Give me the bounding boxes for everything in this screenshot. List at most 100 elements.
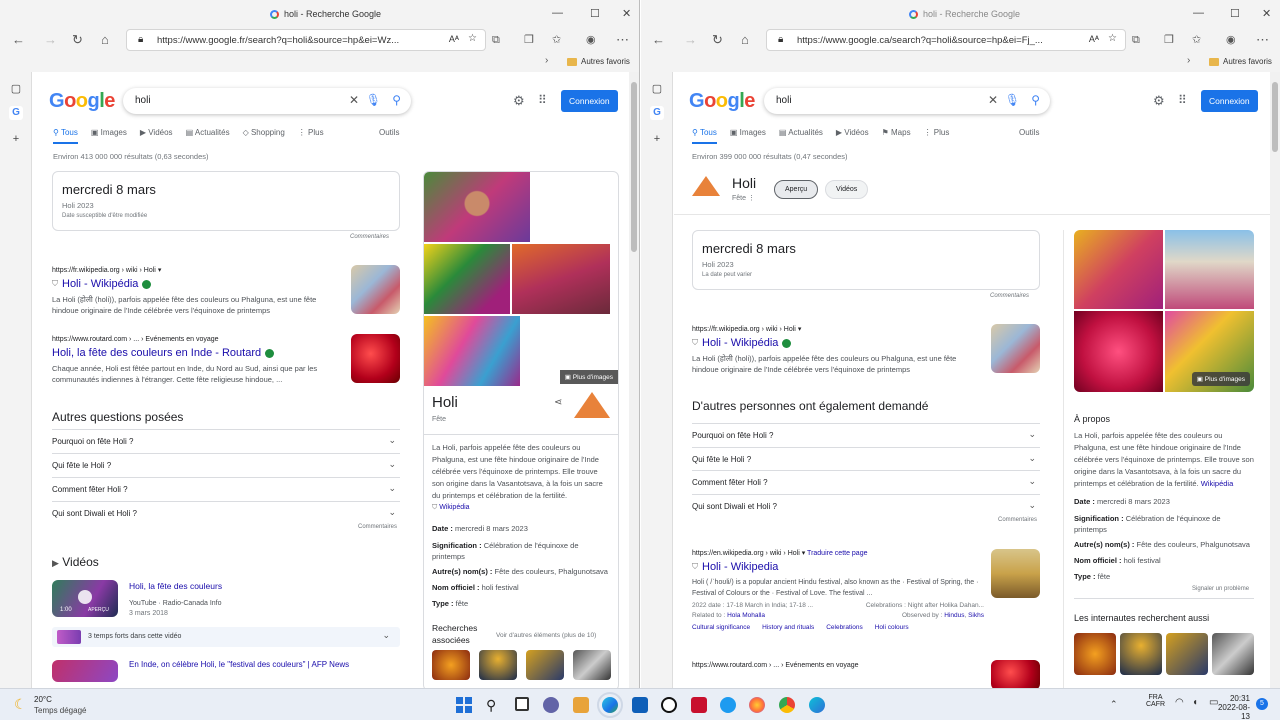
search-box[interactable]: holi ✕ 🎙︎ ⚲: [764, 88, 1050, 114]
tools-button[interactable]: Outils: [379, 128, 399, 137]
edge-dev-icon[interactable]: [809, 697, 825, 713]
paa-question[interactable]: Qui sont Diwali et Holi ? ⌄: [692, 494, 1040, 517]
search-icon[interactable]: ⚲: [486, 697, 502, 713]
result-title[interactable]: ⛉ Holi - Wikipedia: [692, 561, 984, 573]
kp-image[interactable]: [424, 316, 520, 386]
paa-question[interactable]: Pourquoi on fête Holi ? ⌄: [692, 423, 1040, 446]
language-indicator[interactable]: FRA CAFR: [1146, 694, 1165, 708]
google-tab-icon[interactable]: G: [9, 106, 23, 120]
paa-question[interactable]: Qui sont Diwali et Holi ? ⌄: [52, 501, 400, 524]
microphone-icon[interactable]: 🎙︎: [1005, 93, 1020, 107]
apps-grid-icon[interactable]: ⠿: [1178, 93, 1187, 107]
search-icon[interactable]: ⚲: [392, 93, 401, 107]
twitter-icon[interactable]: [720, 697, 736, 713]
result-title[interactable]: Holi, la fête des couleurs en Inde - Rou…: [52, 347, 342, 359]
favorite-star-icon[interactable]: ☆: [468, 33, 477, 44]
result-title[interactable]: ⛉ Holi - Wikipédia: [52, 278, 342, 290]
chip-videos[interactable]: Vidéos: [825, 180, 869, 199]
chevron-up-icon[interactable]: ⌃: [1110, 699, 1118, 710]
video-title[interactable]: En Inde, on célèbre Holi, le "festival d…: [129, 660, 349, 669]
kp-image[interactable]: [1165, 230, 1254, 309]
other-favorites[interactable]: Autres favoris: [567, 57, 630, 66]
favorite-star-icon[interactable]: ☆: [1108, 33, 1117, 44]
related-image[interactable]: [1212, 633, 1254, 675]
paa-question[interactable]: Pourquoi on fête Holi ? ⌄: [52, 429, 400, 452]
more-menu-icon[interactable]: ⋯: [616, 33, 629, 47]
result-thumbnail[interactable]: [991, 324, 1040, 373]
tab-shopping[interactable]: ◇ Shopping: [243, 128, 285, 144]
clear-icon[interactable]: ✕: [988, 93, 998, 107]
share-icon[interactable]: ⋖: [554, 397, 562, 408]
microphone-icon[interactable]: 🎙︎: [366, 93, 381, 107]
start-icon[interactable]: [456, 697, 472, 713]
new-tab-icon[interactable]: +: [650, 132, 664, 146]
new-tab-icon[interactable]: +: [9, 132, 23, 146]
collections-icon[interactable]: ❐: [1164, 33, 1174, 47]
more-menu-icon[interactable]: ⋯: [1256, 33, 1269, 47]
address-bar[interactable]: 🔒︎ https://www.google.ca/search?q=holi&s…: [766, 29, 1126, 51]
favorites-icon[interactable]: ✩: [552, 33, 561, 47]
store-icon[interactable]: [632, 697, 648, 713]
tab-maps[interactable]: ⚑ Maps: [882, 128, 911, 144]
clear-icon[interactable]: ✕: [349, 93, 359, 107]
paa-question[interactable]: Qui fête le Holi ? ⌄: [52, 453, 400, 476]
kp-image[interactable]: [1074, 230, 1163, 309]
feedback-link[interactable]: Commentaires: [350, 234, 389, 240]
chip-overview[interactable]: Aperçu: [774, 180, 819, 199]
scroll-thumb[interactable]: [631, 82, 637, 252]
tab-actions-icon[interactable]: ▢: [650, 82, 664, 96]
read-aloud-icon[interactable]: Aᴬ: [1089, 34, 1099, 44]
feedback-link[interactable]: Commentaires: [358, 524, 397, 530]
tab-all[interactable]: ⚲ Tous: [692, 128, 717, 144]
wikipedia-link[interactable]: ⛉ Wikipédia: [432, 504, 470, 512]
feedback-link[interactable]: Commentaires: [998, 517, 1037, 523]
key-moments[interactable]: 3 temps forts dans cette vidéo ⌄: [52, 627, 400, 647]
clock[interactable]: 20:31 2022-08-13: [1212, 694, 1250, 721]
collections-icon[interactable]: ❐: [524, 33, 534, 47]
related-image[interactable]: [526, 650, 564, 680]
related-image[interactable]: [1166, 633, 1208, 675]
wikipedia-link[interactable]: Wikipédia: [1201, 479, 1234, 488]
related-image[interactable]: [432, 650, 470, 680]
extensions-icon[interactable]: ⧉: [492, 33, 500, 47]
profile-icon[interactable]: ◉: [1226, 33, 1236, 47]
refresh-icon[interactable]: ↻: [712, 33, 723, 47]
kp-image[interactable]: [424, 244, 510, 314]
see-more-link[interactable]: Voir d'autres éléments (plus de 10): [496, 632, 596, 639]
sitelink[interactable]: Celebrations: [826, 624, 863, 631]
chevron-right-icon[interactable]: ›: [545, 55, 548, 66]
other-favorites[interactable]: Autres favoris: [1209, 57, 1272, 66]
translate-link[interactable]: Traduire cette page: [807, 550, 867, 557]
video-thumbnail[interactable]: 1:00 APERÇU: [52, 580, 118, 617]
mcafee-icon[interactable]: [691, 697, 707, 713]
scrollbar[interactable]: [1270, 72, 1280, 688]
search-icon[interactable]: ⚲: [1031, 93, 1040, 107]
result-thumbnail[interactable]: [351, 265, 400, 314]
tab-images[interactable]: ▣ Images: [91, 128, 127, 144]
paa-question[interactable]: Comment fêter Holi ? ⌄: [692, 470, 1040, 493]
close-window-button[interactable]: ✕: [622, 7, 631, 20]
result-thumbnail[interactable]: [991, 660, 1040, 688]
kp-image[interactable]: [512, 244, 610, 314]
tab-actions-icon[interactable]: ▢: [9, 82, 23, 96]
back-icon[interactable]: ←: [652, 33, 665, 47]
file-explorer-icon[interactable]: [573, 697, 589, 713]
sitelink[interactable]: Holi colours: [875, 624, 909, 631]
maximize-button[interactable]: ☐: [1230, 7, 1240, 20]
tab-videos[interactable]: ▶ Vidéos: [140, 128, 173, 144]
search-box[interactable]: holi ✕ 🎙︎ ⚲: [123, 88, 411, 114]
related-image[interactable]: [573, 650, 611, 680]
extensions-icon[interactable]: ⧉: [1132, 33, 1140, 47]
kp-image[interactable]: [424, 172, 530, 242]
dell-icon[interactable]: [661, 697, 677, 713]
sign-in-button[interactable]: Connexion: [561, 90, 618, 112]
sign-in-button[interactable]: Connexion: [1201, 90, 1258, 112]
sitelink[interactable]: Cultural significance: [692, 624, 750, 631]
google-logo[interactable]: Google: [49, 90, 115, 113]
forward-icon[interactable]: →: [684, 33, 697, 47]
minimize-button[interactable]: —: [1193, 7, 1204, 19]
scrollbar[interactable]: [629, 72, 639, 688]
edge-browser-icon[interactable]: [597, 692, 623, 718]
report-problem-link[interactable]: Signaler un problème: [1192, 586, 1249, 592]
sitelink[interactable]: History and rituals: [762, 624, 814, 631]
